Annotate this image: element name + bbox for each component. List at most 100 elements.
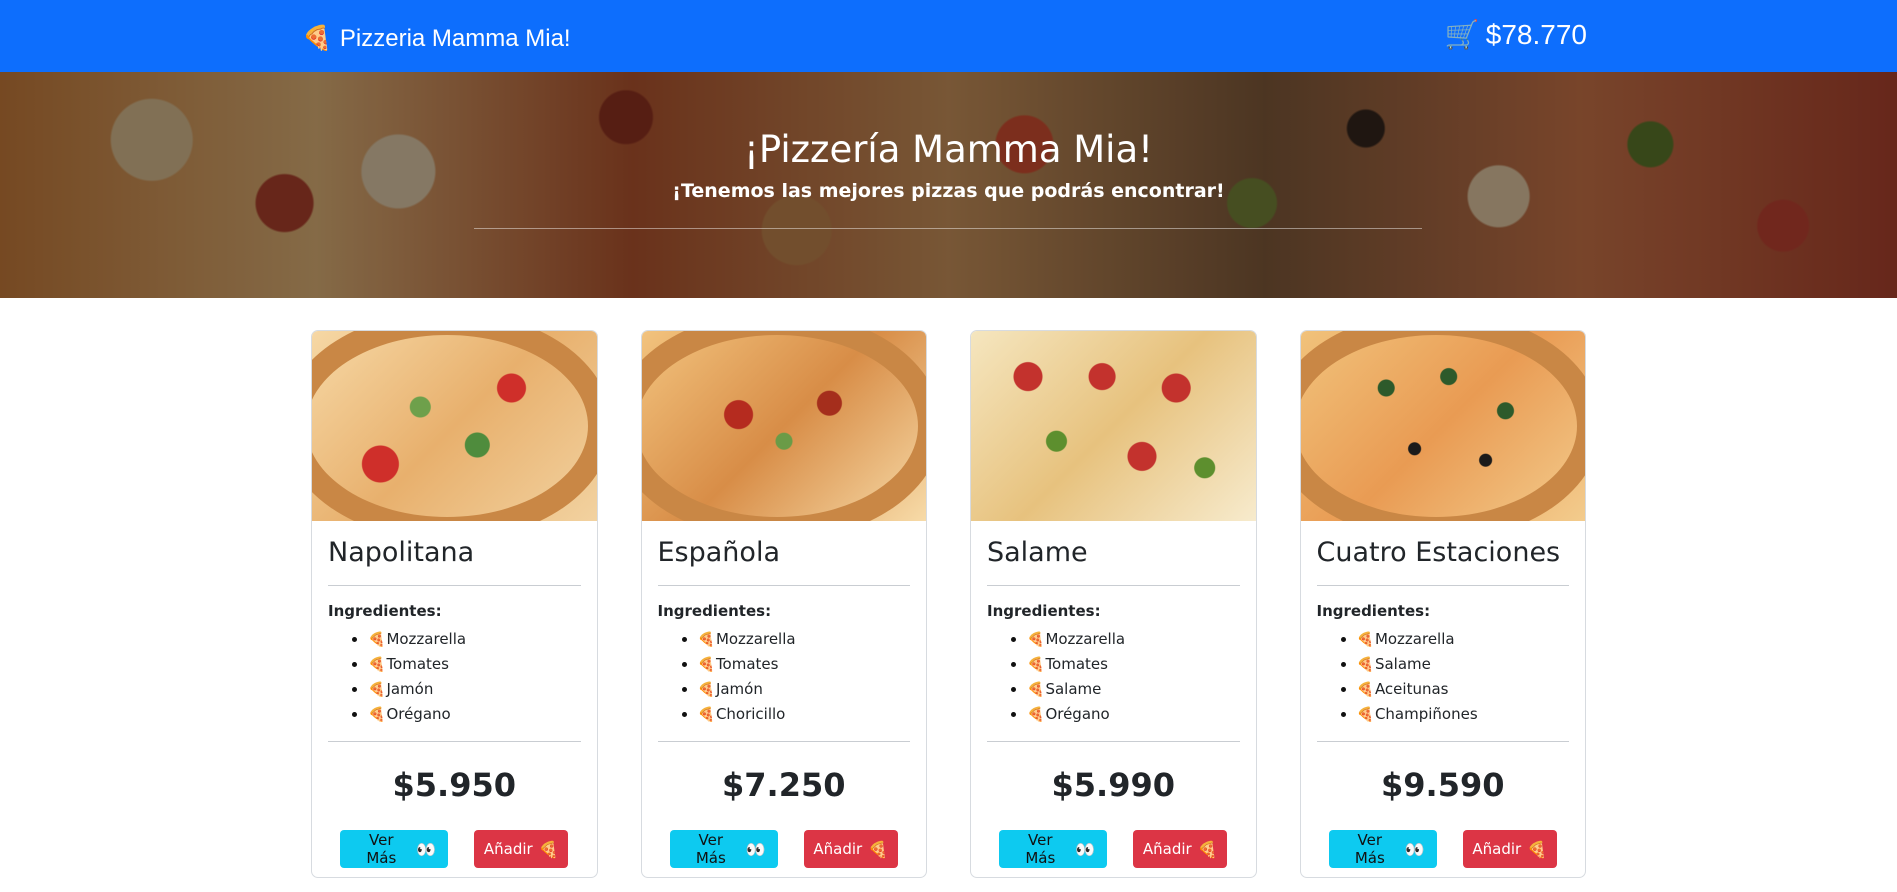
anadir-button[interactable]: Añadir 🍕 — [474, 830, 569, 869]
ingredient-item: 🍕Choricillo — [698, 702, 911, 727]
ingredient-item: 🍕Mozzarella — [368, 627, 581, 652]
pizza-slice-icon: 🍕 — [368, 657, 386, 674]
brand-link[interactable]: 🍕 Pizzeria Mamma Mia! — [302, 24, 571, 53]
cart-icon: 🛒 — [1444, 19, 1480, 50]
anadir-label: Añadir — [1142, 840, 1192, 859]
ingredient-name: Mozzarella — [1374, 630, 1455, 649]
ingredient-name: Mozzarella — [715, 630, 796, 649]
pizza-name: Napolitana — [328, 537, 475, 568]
pizza-image — [312, 331, 597, 521]
ingredients-label: Ingredientes: — [657, 602, 772, 621]
ingredient-item: 🍕Aceitunas — [1357, 677, 1570, 702]
ingredients-label: Ingredientes: — [1316, 602, 1431, 621]
ingredient-item: 🍕Tomates — [698, 652, 911, 677]
card-divider — [1316, 585, 1569, 587]
pizza-name: Española — [657, 537, 781, 568]
ingredient-list: 🍕Mozzarella 🍕Tomates 🍕Jamón 🍕Orégano — [328, 627, 581, 727]
pizza-slice-icon: 🍕 — [1356, 707, 1374, 724]
ingredient-name: Choricillo — [715, 705, 786, 724]
hero-banner: ¡Pizzería Mamma Mia! ¡Tenemos las mejore… — [0, 72, 1897, 298]
ver-mas-label: Ver Más — [366, 831, 397, 868]
card-actions: Ver Más 👀 Añadir 🍕 — [987, 830, 1240, 869]
ver-mas-button[interactable]: Ver Más 👀 — [340, 830, 449, 869]
pizza-image — [641, 331, 926, 521]
anadir-button[interactable]: Añadir 🍕 — [1462, 830, 1557, 869]
ingredients-label: Ingredientes: — [987, 602, 1101, 621]
pizza-price: $7.250 — [722, 766, 846, 805]
ingredient-name: Orégano — [1045, 705, 1110, 724]
ingredient-item: 🍕Mozzarella — [1357, 627, 1570, 652]
cart-button[interactable]: 🛒 $78.770 — [1445, 18, 1587, 51]
eyes-icon: 👀 — [745, 839, 766, 859]
card-actions: Ver Más 👀 Añadir 🍕 — [1317, 830, 1570, 869]
pizza-slice-icon: 🍕 — [1027, 632, 1045, 649]
ingredient-item: 🍕Salame — [1357, 652, 1570, 677]
card-actions: Ver Más 👀 Añadir 🍕 — [328, 830, 581, 869]
card-divider — [987, 741, 1240, 743]
hero-divider — [474, 228, 1422, 229]
pizza-icon: 🍕 — [302, 25, 332, 52]
anadir-button[interactable]: Añadir 🍕 — [1133, 830, 1228, 869]
eyes-icon: 👀 — [416, 839, 437, 859]
ver-mas-button[interactable]: Ver Más 👀 — [669, 830, 778, 869]
ingredient-name: Tomates — [1045, 655, 1108, 674]
pizza-slice-icon: 🍕 — [697, 682, 715, 699]
pizza-slice-icon: 🍕 — [1356, 682, 1374, 699]
anadir-button[interactable]: Añadir 🍕 — [803, 830, 898, 869]
pizza-card: Española Ingredientes: 🍕Mozzarella 🍕Toma… — [640, 330, 927, 878]
card-divider — [1316, 741, 1569, 743]
hero-title: ¡Pizzería Mamma Mia! — [744, 128, 1153, 171]
ingredient-name: Salame — [1045, 680, 1102, 699]
ingredient-item: 🍕Mozzarella — [698, 627, 911, 652]
ingredient-name: Aceitunas — [1374, 680, 1449, 699]
ingredient-name: Mozzarella — [386, 630, 467, 649]
pizza-price: $9.590 — [1381, 766, 1505, 805]
navbar: 🍕 Pizzeria Mamma Mia! 🛒 $78.770 — [0, 0, 1897, 72]
anadir-label: Añadir — [1472, 840, 1522, 859]
ver-mas-button[interactable]: Ver Más 👀 — [999, 830, 1108, 869]
ingredient-name: Jamón — [386, 680, 434, 699]
pizza-slice-icon: 🍕 — [1027, 707, 1045, 724]
pizza-price: $5.950 — [392, 766, 516, 805]
ingredient-item: 🍕Tomates — [368, 652, 581, 677]
pizza-image — [1300, 331, 1585, 521]
ingredient-name: Salame — [1374, 655, 1431, 674]
pizza-card: Salame Ingredientes: 🍕Mozzarella 🍕Tomate… — [970, 330, 1257, 878]
card-divider — [657, 585, 910, 587]
ingredient-list: 🍕Mozzarella 🍕Tomates 🍕Salame 🍕Orégano — [987, 627, 1240, 727]
ingredient-item: 🍕Orégano — [1027, 702, 1240, 727]
ver-mas-label: Ver Más — [695, 831, 726, 868]
pizza-slice-icon: 🍕 — [368, 707, 386, 724]
pizza-price: $5.990 — [1051, 766, 1175, 805]
card-divider — [657, 741, 910, 743]
pizza-slice-icon: 🍕 — [1356, 632, 1374, 649]
ingredient-item: 🍕Jamón — [368, 677, 581, 702]
anadir-label: Añadir — [483, 840, 533, 859]
pizza-icon: 🍕 — [1527, 839, 1548, 859]
pizza-icon: 🍕 — [1197, 839, 1218, 859]
pizza-card: Napolitana Ingredientes: 🍕Mozzarella 🍕To… — [311, 330, 598, 878]
pizza-slice-icon: 🍕 — [697, 632, 715, 649]
ver-mas-label: Ver Más — [1354, 831, 1385, 868]
pizza-card: Cuatro Estaciones Ingredientes: 🍕Mozzare… — [1299, 330, 1586, 878]
pizza-slice-icon: 🍕 — [697, 657, 715, 674]
pizza-slice-icon: 🍕 — [368, 632, 386, 649]
ingredient-name: Tomates — [715, 655, 779, 674]
ingredient-item: 🍕Mozzarella — [1027, 627, 1240, 652]
card-divider — [328, 585, 581, 587]
card-divider — [987, 585, 1240, 587]
hero-content: ¡Pizzería Mamma Mia! ¡Tenemos las mejore… — [0, 72, 1897, 298]
ingredients-label: Ingredientes: — [328, 602, 442, 621]
ingredient-name: Orégano — [386, 705, 451, 724]
pizza-icon: 🍕 — [538, 839, 559, 859]
eyes-icon: 👀 — [1404, 839, 1425, 859]
ingredient-item: 🍕Tomates — [1027, 652, 1240, 677]
ver-mas-label: Ver Más — [1025, 831, 1056, 868]
pizza-slice-icon: 🍕 — [1027, 657, 1045, 674]
ingredient-name: Mozzarella — [1045, 630, 1126, 649]
cart-total: $78.770 — [1485, 18, 1587, 50]
pizza-icon: 🍕 — [868, 839, 889, 859]
ver-mas-button[interactable]: Ver Más 👀 — [1328, 830, 1437, 869]
pizza-slice-icon: 🍕 — [1356, 657, 1374, 674]
ingredient-item: 🍕Jamón — [698, 677, 911, 702]
